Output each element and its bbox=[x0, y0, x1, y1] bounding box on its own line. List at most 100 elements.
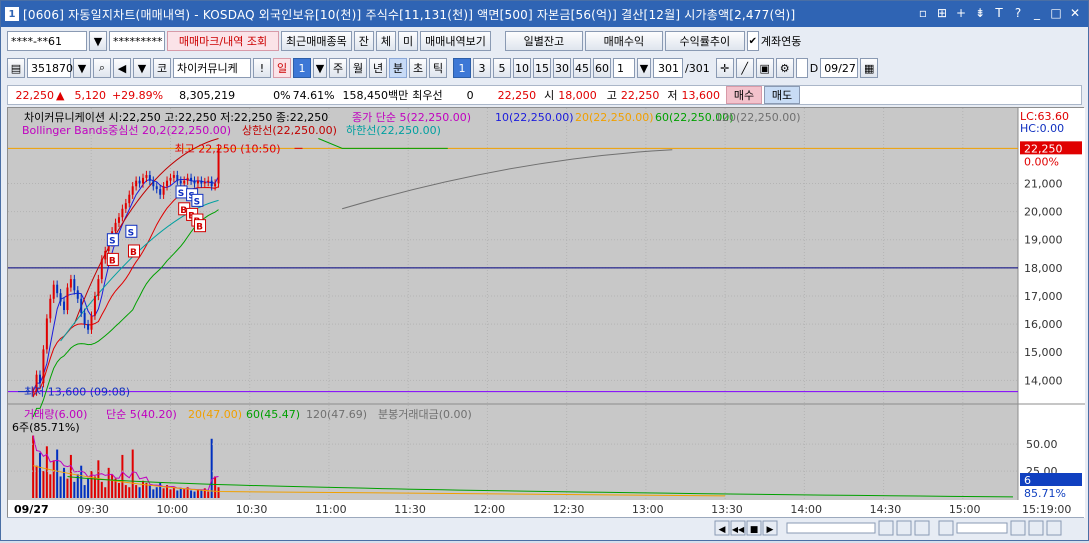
price-tick-label: 21,000 bbox=[1024, 177, 1063, 190]
chart-svg[interactable]: SBSBSBSBSBB최고 22,250 (10:50)최저 13,600 (0… bbox=[8, 108, 1085, 518]
ko-button[interactable]: 코 bbox=[153, 58, 171, 78]
alert-icon[interactable]: ! bbox=[253, 58, 271, 78]
day-button[interactable]: 일 bbox=[273, 58, 291, 78]
code-dropdown[interactable]: ▼ bbox=[73, 58, 91, 78]
candle-body bbox=[42, 349, 45, 384]
pin-icon[interactable]: ⇟ bbox=[973, 5, 987, 21]
period-value[interactable]: 1 bbox=[293, 58, 311, 78]
interval-5[interactable]: 5 bbox=[493, 58, 511, 78]
plus-icon[interactable]: + bbox=[954, 5, 968, 21]
stock-name-field[interactable]: 차이커뮤니케 bbox=[173, 58, 251, 78]
playback-bar: ◀ ◀◀ ■ ▶ bbox=[7, 517, 1084, 539]
chevron-icon[interactable] bbox=[1046, 520, 1062, 536]
help-icon[interactable]: ? bbox=[1011, 5, 1025, 21]
account-dropdown[interactable]: ▼ bbox=[89, 31, 107, 51]
year-button[interactable]: 년 bbox=[369, 58, 387, 78]
trade-profit-button[interactable]: 매매수익 bbox=[584, 31, 663, 51]
mi-button[interactable]: 미 bbox=[397, 31, 419, 51]
minute-button[interactable]: 분 bbox=[389, 58, 407, 78]
stock-code-field[interactable]: 351870 bbox=[27, 58, 73, 78]
second-button[interactable]: 초 bbox=[409, 58, 427, 78]
priority-label: 최우선 bbox=[412, 89, 443, 102]
trade-history-button[interactable]: 매매내역보기 bbox=[420, 31, 491, 51]
buy-marker-label: B bbox=[196, 223, 203, 233]
plus-zoom-icon[interactable] bbox=[1010, 520, 1026, 536]
month-button[interactable]: 월 bbox=[349, 58, 367, 78]
password-field[interactable]: ********* bbox=[109, 31, 165, 51]
search-icon[interactable]: ⌕ bbox=[93, 58, 111, 78]
candle-body bbox=[196, 180, 199, 184]
minus-icon[interactable] bbox=[938, 520, 954, 536]
daily-balance-button[interactable]: 일별잔고 bbox=[504, 31, 583, 51]
sell-marker-label: S bbox=[178, 189, 184, 199]
trade-mark-button[interactable]: 매매마크/내역 조회 bbox=[167, 31, 279, 51]
interval-1[interactable]: 1 bbox=[453, 58, 471, 78]
fast-forward-icon[interactable] bbox=[914, 520, 930, 536]
candle-body bbox=[114, 222, 117, 232]
price-tick-label: 15,000 bbox=[1024, 346, 1063, 359]
volume-bar bbox=[104, 487, 107, 498]
account-link-checkbox[interactable]: ✔ bbox=[746, 31, 759, 51]
candle-body bbox=[73, 279, 76, 291]
speaker-dropdown[interactable]: ▼ bbox=[133, 58, 151, 78]
close-icon[interactable]: ✕ bbox=[1068, 5, 1082, 21]
settings-icon[interactable]: ⚙ bbox=[775, 58, 794, 78]
chart-window: 1 [0606] 자동일지차트(매매내역) - KOSDAQ 외국인보유[10(… bbox=[0, 0, 1089, 541]
save-icon[interactable]: ▣ bbox=[755, 58, 774, 78]
grid-icon[interactable]: ⊞ bbox=[935, 5, 949, 21]
time-tick-label: 11:00 bbox=[315, 503, 347, 516]
high-label: 고 bbox=[606, 89, 617, 102]
interval-60[interactable]: 60 bbox=[593, 58, 611, 78]
low-annotation: 최저 13,600 (09:08) bbox=[24, 386, 130, 399]
priority-value: 0 bbox=[466, 88, 474, 102]
minimize-icon[interactable]: _ bbox=[1030, 5, 1044, 21]
date-field[interactable]: 09/27 bbox=[820, 58, 859, 78]
hc-label: HC:0.00 bbox=[1020, 122, 1064, 135]
layout-icon[interactable]: ▤ bbox=[7, 58, 25, 78]
profit-trend-button[interactable]: 수익률추이 bbox=[664, 31, 745, 51]
speed-slider[interactable] bbox=[786, 522, 876, 534]
tool-cross-icon[interactable]: ✛ bbox=[715, 58, 734, 78]
price-legend-item: 종가 단순 5(22,250.00) bbox=[352, 111, 471, 124]
font-icon[interactable]: T bbox=[992, 5, 1006, 21]
che-button[interactable]: 체 bbox=[375, 31, 396, 51]
zoom-out-icon[interactable] bbox=[878, 520, 894, 536]
maximize-icon[interactable]: □ bbox=[1049, 5, 1063, 21]
sell-button[interactable]: 매도 bbox=[764, 86, 801, 104]
expand-icon[interactable] bbox=[1028, 520, 1044, 536]
range-field[interactable]: 301 bbox=[653, 58, 683, 78]
interval-3[interactable]: 3 bbox=[473, 58, 491, 78]
volume-bar bbox=[152, 489, 155, 498]
zoom-slider[interactable] bbox=[956, 522, 1008, 534]
tool-line-icon[interactable]: ╱ bbox=[735, 58, 754, 78]
quote-bar: 22,250 ▲ 5,120 +29.89% 8,305,219 0% 74.6… bbox=[7, 85, 1082, 105]
d-checkbox[interactable] bbox=[795, 58, 808, 78]
interval-30[interactable]: 30 bbox=[553, 58, 571, 78]
time-tick-label: 15:00 bbox=[949, 503, 981, 516]
zoom-in-icon[interactable] bbox=[896, 520, 912, 536]
amount-value: 158,450백만 bbox=[342, 89, 409, 102]
tick-button[interactable]: 틱 bbox=[429, 58, 447, 78]
jan-button[interactable]: 잔 bbox=[353, 31, 374, 51]
week-button[interactable]: 주 bbox=[329, 58, 347, 78]
count-dropdown[interactable]: ▼ bbox=[637, 58, 651, 78]
sell-marker-label: S bbox=[194, 197, 200, 207]
count-field[interactable]: 1 bbox=[613, 58, 635, 78]
candle-body bbox=[45, 318, 48, 350]
account-field[interactable]: ****-**61 bbox=[7, 31, 87, 51]
price-legend-item: 차이커뮤니케이션 시:22,250 고:22,250 저:22,250 종:22… bbox=[24, 111, 328, 124]
period-dropdown[interactable]: ▼ bbox=[313, 58, 327, 78]
interval-45[interactable]: 45 bbox=[573, 58, 591, 78]
calendar-icon[interactable]: ▦ bbox=[860, 58, 879, 78]
recent-trades-button[interactable]: 최근매매종목 bbox=[281, 31, 352, 51]
interval-15[interactable]: 15 bbox=[533, 58, 551, 78]
volume-bar bbox=[100, 481, 103, 498]
volume-bar bbox=[190, 490, 193, 498]
window-icon[interactable]: ▫ bbox=[916, 5, 930, 21]
buy-button[interactable]: 매수 bbox=[726, 86, 763, 104]
time-tick-label: 13:30 bbox=[711, 503, 743, 516]
speaker-icon[interactable]: ◀ bbox=[113, 58, 131, 78]
interval-10[interactable]: 10 bbox=[513, 58, 531, 78]
candle-body bbox=[214, 183, 217, 187]
chart-area[interactable]: SBSBSBSBSBB최고 22,250 (10:50)최저 13,600 (0… bbox=[7, 107, 1085, 518]
